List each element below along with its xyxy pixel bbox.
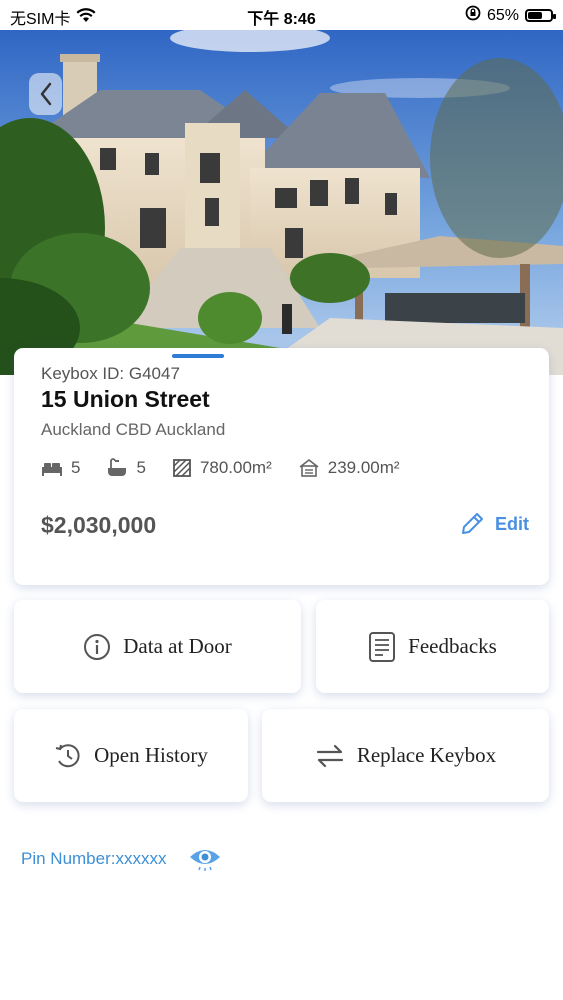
carousel-dot[interactable] [172, 354, 224, 358]
feedbacks-button[interactable]: Feedbacks [316, 600, 549, 693]
open-history-label: Open History [94, 743, 208, 767]
feedbacks-label: Feedbacks [408, 634, 497, 658]
mansion-photo [0, 28, 563, 375]
chevron-left-icon [40, 82, 51, 106]
carousel-dot[interactable] [228, 354, 280, 358]
data-at-door-button[interactable]: Data at Door [14, 600, 301, 693]
land-area-spec: 780.00m² [172, 458, 272, 478]
carousel-indicator [172, 354, 336, 358]
bathrooms-spec: 5 [106, 458, 146, 478]
history-icon [55, 743, 80, 767]
swap-arrows-icon [316, 744, 343, 767]
info-icon [84, 633, 111, 660]
land-area: 780.00m² [199, 458, 272, 477]
document-icon [369, 631, 396, 662]
status-right: 65% [465, 5, 556, 26]
keybox-id: Keybox ID: G4047 [41, 364, 180, 383]
bathtub-icon [108, 458, 127, 476]
hero-image[interactable] [0, 28, 563, 375]
property-suburb: Auckland CBD Auckland [41, 420, 226, 439]
status-bar: 无SIM卡 下午 8:46 65% [0, 0, 563, 30]
property-price: $2,030,000 [41, 512, 157, 538]
land-area-icon [173, 459, 191, 477]
back-button[interactable] [29, 73, 62, 115]
data-at-door-label: Data at Door [123, 634, 232, 658]
edit-button[interactable]: Edit [459, 511, 529, 537]
bathrooms-count: 5 [136, 458, 146, 477]
carousel-dot[interactable] [284, 354, 336, 358]
battery-icon [525, 9, 556, 22]
battery-percent: 65% [486, 6, 519, 24]
orientation-lock-icon [465, 5, 481, 26]
pencil-icon [462, 513, 483, 534]
bed-icon [42, 463, 62, 476]
replace-keybox-label: Replace Keybox [356, 743, 497, 767]
property-card: Keybox ID: G4047 15 Union Street Aucklan… [14, 348, 549, 585]
floor-area: 239.00m² [327, 458, 400, 477]
pin-number-label: Pin Number:xxxxxx [21, 849, 167, 868]
show-pin-button[interactable] [188, 846, 222, 872]
edit-label: Edit [495, 513, 529, 534]
open-history-button[interactable]: Open History [14, 709, 248, 802]
house-area-icon [299, 458, 319, 477]
property-specs: 5 5 780.00m² 239.00m² [41, 458, 426, 478]
property-address: 15 Union Street [41, 386, 210, 412]
floor-area-spec: 239.00m² [298, 458, 400, 478]
bedrooms-spec: 5 [41, 458, 80, 478]
replace-keybox-button[interactable]: Replace Keybox [262, 709, 549, 802]
bedrooms-count: 5 [71, 458, 81, 477]
pin-number-row: Pin Number:xxxxxx [21, 846, 222, 872]
eye-icon [190, 850, 221, 871]
